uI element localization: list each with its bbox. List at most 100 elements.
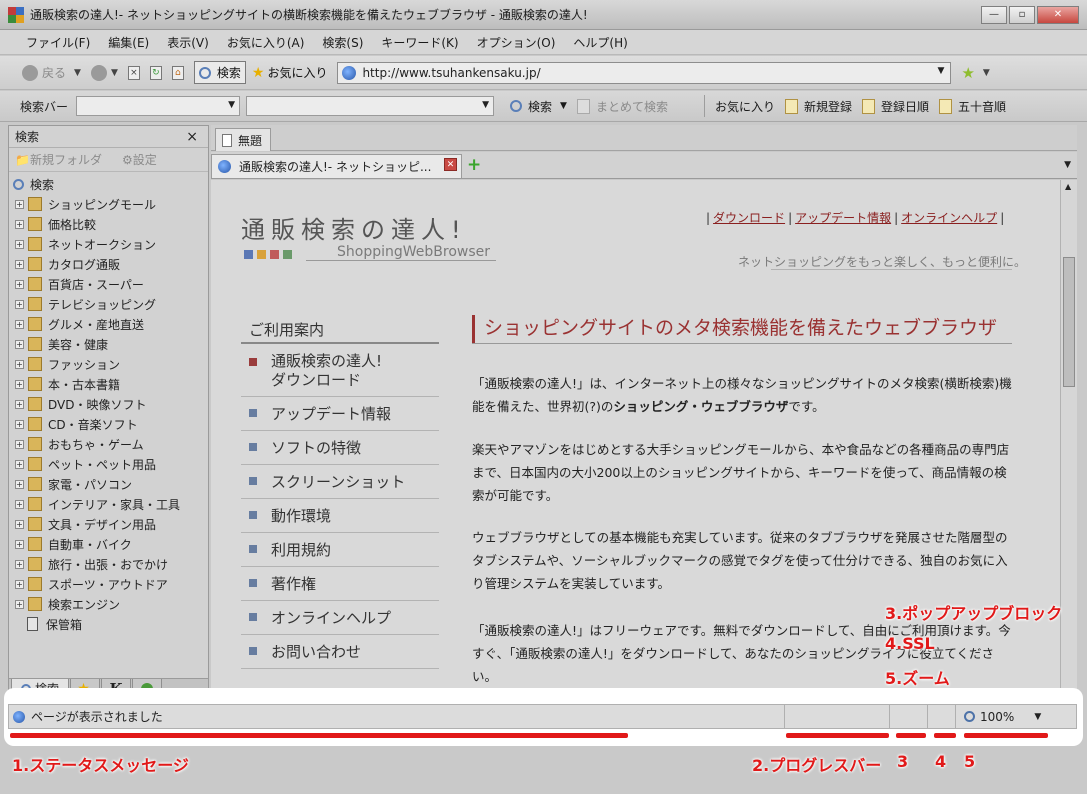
toolbar-chevron[interactable]: ▼ (983, 68, 990, 78)
batch-search-button[interactable]: まとめて検索 (576, 98, 668, 115)
link-online-help[interactable]: オンラインヘルプ (901, 211, 997, 225)
tree-item[interactable]: + ショッピングモール (9, 194, 208, 214)
vertical-scrollbar[interactable]: ▲ ▼ (1060, 180, 1077, 700)
menu-keyword[interactable]: キーワード(K) (381, 34, 458, 51)
tree-item[interactable]: + ペット・ペット用品 (9, 454, 208, 474)
maximize-button[interactable]: ▫ (1009, 6, 1035, 24)
search-toggle-button[interactable]: 検索 (193, 61, 246, 84)
scroll-up-arrow[interactable]: ▲ (1065, 182, 1071, 191)
address-dropdown[interactable]: ▼ (938, 66, 945, 76)
menu-favorites[interactable]: お気に入り(A) (227, 34, 305, 51)
expand-icon[interactable]: + (15, 259, 24, 269)
expand-icon[interactable]: + (15, 419, 24, 429)
expand-icon[interactable]: + (15, 479, 24, 489)
new-tab-icon[interactable]: + (467, 155, 481, 175)
expand-icon[interactable]: + (15, 219, 24, 229)
zoom-dropdown[interactable]: ▼ (1034, 712, 1041, 722)
new-folder-button[interactable]: 📁新規フォルダ (15, 151, 112, 168)
tree-root[interactable]: 検索 (9, 174, 208, 194)
tree-item[interactable]: + インテリア・家具・工具 (9, 494, 208, 514)
tree-item[interactable]: + おもちゃ・ゲーム (9, 434, 208, 454)
expand-icon[interactable]: + (15, 499, 24, 509)
nav-online-help[interactable]: オンラインヘルプ (241, 601, 439, 635)
ssl-indicator[interactable] (928, 705, 956, 728)
back-button[interactable]: 戻る (22, 64, 66, 81)
tree-item[interactable]: + DVD・映像ソフト (9, 394, 208, 414)
search-category-select[interactable]: ▼ (76, 96, 241, 116)
favorites-button[interactable]: ★ お気に入り (252, 64, 328, 81)
nav-features[interactable]: ソフトの特徴 (241, 431, 439, 465)
search-button[interactable]: 検索 ▼ (510, 98, 567, 115)
link-update[interactable]: アップデート情報 (795, 211, 891, 225)
add-favorite-icon[interactable]: ★ (961, 64, 974, 82)
expand-icon[interactable]: + (15, 199, 24, 209)
expand-icon[interactable]: + (15, 399, 24, 409)
expand-icon[interactable]: + (15, 599, 24, 609)
expand-icon[interactable]: + (15, 439, 24, 449)
nav-requirements[interactable]: 動作環境 (241, 499, 439, 533)
home-button[interactable]: ⌂ (171, 65, 184, 80)
expand-icon[interactable]: + (15, 359, 24, 369)
expand-icon[interactable]: + (15, 459, 24, 469)
menu-help[interactable]: ヘルプ(H) (573, 34, 627, 51)
address-bar[interactable]: http://www.tsuhankensaku.jp/ ▼ (337, 61, 952, 84)
expand-icon[interactable]: + (15, 559, 24, 569)
sort-by-kana-button[interactable]: 五十音順 (939, 98, 1006, 115)
nav-download[interactable]: 通販検索の達人! ダウンロード (241, 346, 439, 397)
new-register-button[interactable]: 新規登録 (784, 98, 852, 115)
nav-copyright[interactable]: 著作権 (241, 567, 439, 601)
tree-item[interactable]: + 文具・デザイン用品 (9, 514, 208, 534)
minimize-button[interactable]: — (981, 6, 1007, 24)
tree-item[interactable]: + 美容・健康 (9, 334, 208, 354)
favorites-label[interactable]: お気に入り (715, 98, 775, 115)
expand-icon[interactable]: + (15, 579, 24, 589)
tree-item[interactable]: + 自動車・バイク (9, 534, 208, 554)
menu-options[interactable]: オプション(O) (477, 34, 556, 51)
tree-item[interactable]: + テレビショッピング (9, 294, 208, 314)
expand-icon[interactable]: + (15, 239, 24, 249)
menu-edit[interactable]: 編集(E) (108, 34, 149, 51)
expand-icon[interactable]: + (15, 339, 24, 349)
site-logo[interactable]: 通販検索の達人! (241, 210, 467, 245)
tree-item[interactable]: + 百貨店・スーパー (9, 274, 208, 294)
nav-update[interactable]: アップデート情報 (241, 397, 439, 431)
expand-icon[interactable]: + (15, 379, 24, 389)
tree-item[interactable]: + CD・音楽ソフト (9, 414, 208, 434)
tree-item-storage[interactable]: 保管箱 (9, 614, 208, 634)
popup-block-indicator[interactable] (890, 705, 928, 728)
menu-file[interactable]: ファイル(F) (26, 34, 90, 51)
tree-item[interactable]: + 検索エンジン (9, 594, 208, 614)
forward-history-dropdown[interactable]: ▼ (111, 68, 118, 78)
tree-item[interactable]: + 旅行・出張・おでかけ (9, 554, 208, 574)
zoom-control[interactable]: 100% ▼ (956, 705, 1041, 728)
close-button[interactable]: ✕ (1037, 6, 1079, 24)
stop-button[interactable]: × (127, 65, 140, 80)
expand-icon[interactable]: + (15, 319, 24, 329)
link-download[interactable]: ダウンロード (713, 211, 785, 225)
tree-item[interactable]: + グルメ・産地直送 (9, 314, 208, 334)
settings-button[interactable]: ⚙設定 (122, 151, 167, 168)
tab-close-icon[interactable]: ✕ (444, 158, 457, 171)
tree-item[interactable]: + 価格比較 (9, 214, 208, 234)
tree-item[interactable]: + 家電・パソコン (9, 474, 208, 494)
nav-terms[interactable]: 利用規約 (241, 533, 439, 567)
tree-item[interactable]: + 本・古本書籍 (9, 374, 208, 394)
tab-group-untitled[interactable]: 無題 (215, 128, 271, 151)
sort-by-date-button[interactable]: 登録日順 (862, 98, 929, 115)
expand-icon[interactable]: + (15, 519, 24, 529)
search-keyword-input[interactable]: ▼ (246, 96, 495, 116)
panel-close-icon[interactable]: × (186, 129, 198, 145)
tree-item[interactable]: + ネットオークション (9, 234, 208, 254)
tree-item[interactable]: + ファッション (9, 354, 208, 374)
tab-list-dropdown[interactable]: ▼ (1064, 160, 1071, 170)
tree-item[interactable]: + スポーツ・アウトドア (9, 574, 208, 594)
expand-icon[interactable]: + (15, 539, 24, 549)
forward-button[interactable] (90, 64, 107, 81)
expand-icon[interactable]: + (15, 279, 24, 289)
tab-current-page[interactable]: 通販検索の達人!- ネットショッピ... (211, 154, 462, 178)
nav-screenshots[interactable]: スクリーンショット (241, 465, 439, 499)
reload-button[interactable]: ↻ (149, 65, 162, 80)
tree-item[interactable]: + カタログ通販 (9, 254, 208, 274)
scrollbar-thumb[interactable] (1063, 257, 1075, 387)
menu-view[interactable]: 表示(V) (167, 34, 209, 51)
